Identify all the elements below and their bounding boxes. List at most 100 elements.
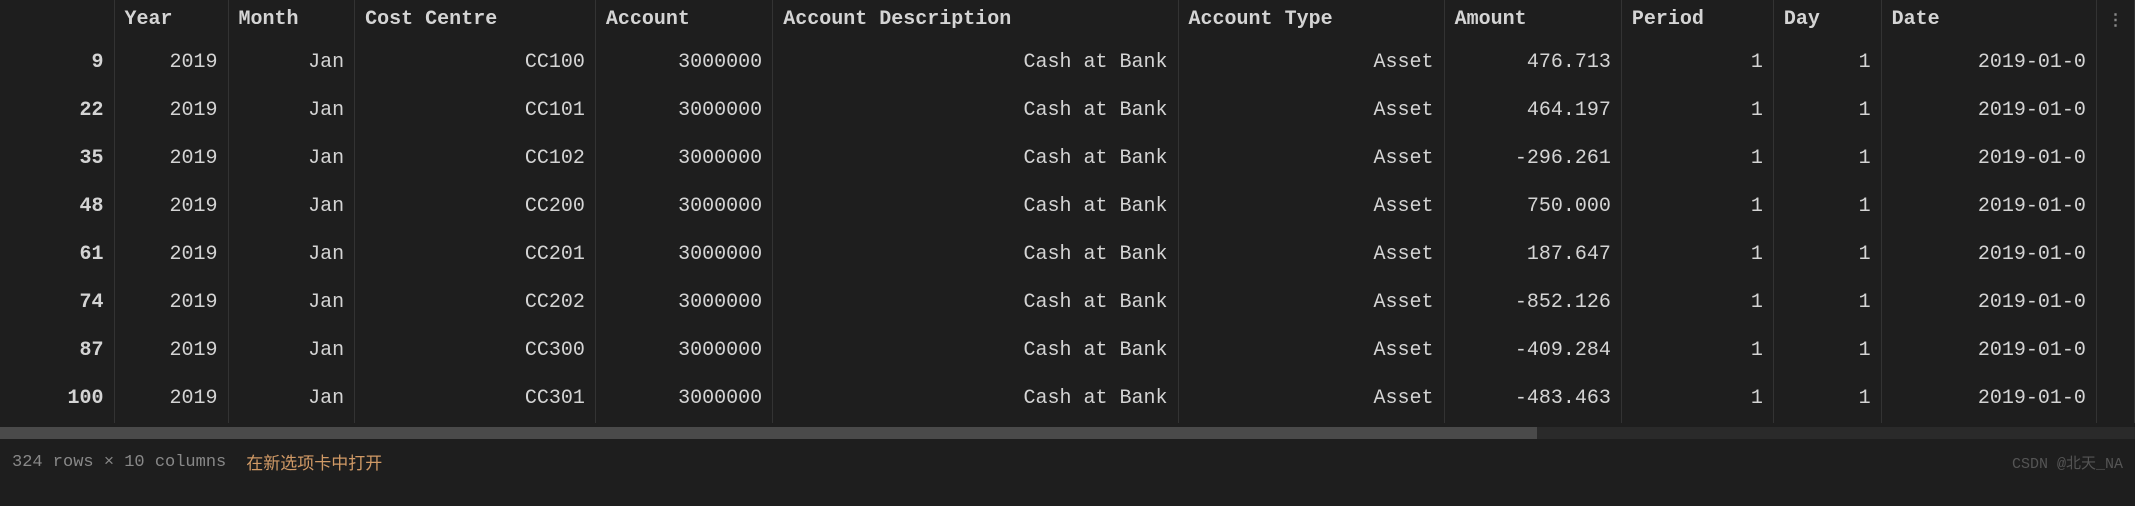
column-header-index[interactable]: [0, 0, 114, 39]
data-table-container: Year Month Cost Centre Account Account D…: [0, 0, 2135, 423]
cell-period: 1: [1621, 231, 1773, 279]
row-column-summary: 324 rows × 10 columns: [12, 453, 226, 472]
cell-month: Jan: [228, 39, 355, 87]
cell-day: 1: [1773, 87, 1881, 135]
cell-account: 3000000: [595, 375, 772, 423]
cell-account-description: Cash at Bank: [773, 279, 1178, 327]
cell-blank: [2096, 279, 2134, 327]
cell-date: 2019-01-0: [1881, 375, 2096, 423]
cell-period: 1: [1621, 279, 1773, 327]
cell-date: 2019-01-0: [1881, 231, 2096, 279]
cell-amount: -296.261: [1444, 135, 1621, 183]
cell-year: 2019: [114, 135, 228, 183]
column-header-amount[interactable]: Amount: [1444, 0, 1621, 39]
cell-year: 2019: [114, 231, 228, 279]
column-header-account-type[interactable]: Account Type: [1178, 0, 1444, 39]
column-header-cost-centre[interactable]: Cost Centre: [355, 0, 596, 39]
cell-index: 74: [0, 279, 114, 327]
cell-blank: [2096, 375, 2134, 423]
cell-account-description: Cash at Bank: [773, 183, 1178, 231]
horizontal-scrollbar[interactable]: [0, 427, 2135, 439]
cell-date: 2019-01-0: [1881, 183, 2096, 231]
cell-month: Jan: [228, 87, 355, 135]
column-header-period[interactable]: Period: [1621, 0, 1773, 39]
cell-account-type: Asset: [1178, 87, 1444, 135]
cell-account-type: Asset: [1178, 231, 1444, 279]
cell-blank: [2096, 39, 2134, 87]
cell-account-description: Cash at Bank: [773, 87, 1178, 135]
cell-index: 87: [0, 327, 114, 375]
cell-account-description: Cash at Bank: [773, 327, 1178, 375]
cell-account-type: Asset: [1178, 327, 1444, 375]
column-header-account[interactable]: Account: [595, 0, 772, 39]
column-header-date[interactable]: Date: [1881, 0, 2096, 39]
cell-day: 1: [1773, 183, 1881, 231]
cell-blank: [2096, 135, 2134, 183]
cell-amount: -852.126: [1444, 279, 1621, 327]
column-header-month[interactable]: Month: [228, 0, 355, 39]
cell-account-type: Asset: [1178, 183, 1444, 231]
cell-period: 1: [1621, 135, 1773, 183]
cell-index: 22: [0, 87, 114, 135]
cell-date: 2019-01-0: [1881, 279, 2096, 327]
table-menu-icon[interactable]: ⋮: [2096, 0, 2134, 39]
cell-account-description: Cash at Bank: [773, 39, 1178, 87]
table-row[interactable]: 482019JanCC2003000000Cash at BankAsset75…: [0, 183, 2135, 231]
cell-month: Jan: [228, 279, 355, 327]
footer-left: 324 rows × 10 columns 在新选项卡中打开: [12, 449, 382, 475]
cell-day: 1: [1773, 39, 1881, 87]
cell-day: 1: [1773, 327, 1881, 375]
cell-blank: [2096, 231, 2134, 279]
column-header-year[interactable]: Year: [114, 0, 228, 39]
cell-day: 1: [1773, 279, 1881, 327]
cell-blank: [2096, 87, 2134, 135]
cell-index: 48: [0, 183, 114, 231]
cell-cost-centre: CC201: [355, 231, 596, 279]
cell-month: Jan: [228, 375, 355, 423]
table-row[interactable]: 612019JanCC2013000000Cash at BankAsset18…: [0, 231, 2135, 279]
cell-year: 2019: [114, 327, 228, 375]
table-row[interactable]: 872019JanCC3003000000Cash at BankAsset-4…: [0, 327, 2135, 375]
cell-account-type: Asset: [1178, 375, 1444, 423]
cell-amount: -483.463: [1444, 375, 1621, 423]
cell-account: 3000000: [595, 279, 772, 327]
column-header-account-description[interactable]: Account Description: [773, 0, 1178, 39]
table-row[interactable]: 1002019JanCC3013000000Cash at BankAsset-…: [0, 375, 2135, 423]
cell-amount: 476.713: [1444, 39, 1621, 87]
cell-day: 1: [1773, 135, 1881, 183]
scrollbar-thumb[interactable]: [0, 427, 1537, 439]
cell-cost-centre: CC102: [355, 135, 596, 183]
cell-amount: 187.647: [1444, 231, 1621, 279]
table-row[interactable]: 742019JanCC2023000000Cash at BankAsset-8…: [0, 279, 2135, 327]
cell-amount: -409.284: [1444, 327, 1621, 375]
column-header-day[interactable]: Day: [1773, 0, 1881, 39]
cell-year: 2019: [114, 39, 228, 87]
cell-cost-centre: CC100: [355, 39, 596, 87]
cell-month: Jan: [228, 183, 355, 231]
cell-date: 2019-01-0: [1881, 39, 2096, 87]
cell-day: 1: [1773, 375, 1881, 423]
cell-index: 35: [0, 135, 114, 183]
table-row[interactable]: 92019JanCC1003000000Cash at BankAsset476…: [0, 39, 2135, 87]
cell-account: 3000000: [595, 135, 772, 183]
cell-date: 2019-01-0: [1881, 87, 2096, 135]
cell-account: 3000000: [595, 327, 772, 375]
cell-cost-centre: CC202: [355, 279, 596, 327]
cell-cost-centre: CC200: [355, 183, 596, 231]
table-row[interactable]: 222019JanCC1013000000Cash at BankAsset46…: [0, 87, 2135, 135]
cell-account-type: Asset: [1178, 135, 1444, 183]
data-table: Year Month Cost Centre Account Account D…: [0, 0, 2135, 423]
table-row[interactable]: 352019JanCC1023000000Cash at BankAsset-2…: [0, 135, 2135, 183]
cell-day: 1: [1773, 231, 1881, 279]
cell-cost-centre: CC101: [355, 87, 596, 135]
cell-month: Jan: [228, 135, 355, 183]
cell-year: 2019: [114, 183, 228, 231]
cell-account-type: Asset: [1178, 279, 1444, 327]
table-header-row: Year Month Cost Centre Account Account D…: [0, 0, 2135, 39]
cell-period: 1: [1621, 327, 1773, 375]
cell-index: 9: [0, 39, 114, 87]
cell-cost-centre: CC301: [355, 375, 596, 423]
cell-year: 2019: [114, 279, 228, 327]
cell-index: 100: [0, 375, 114, 423]
open-in-new-tab-link[interactable]: 在新选项卡中打开: [246, 449, 382, 475]
